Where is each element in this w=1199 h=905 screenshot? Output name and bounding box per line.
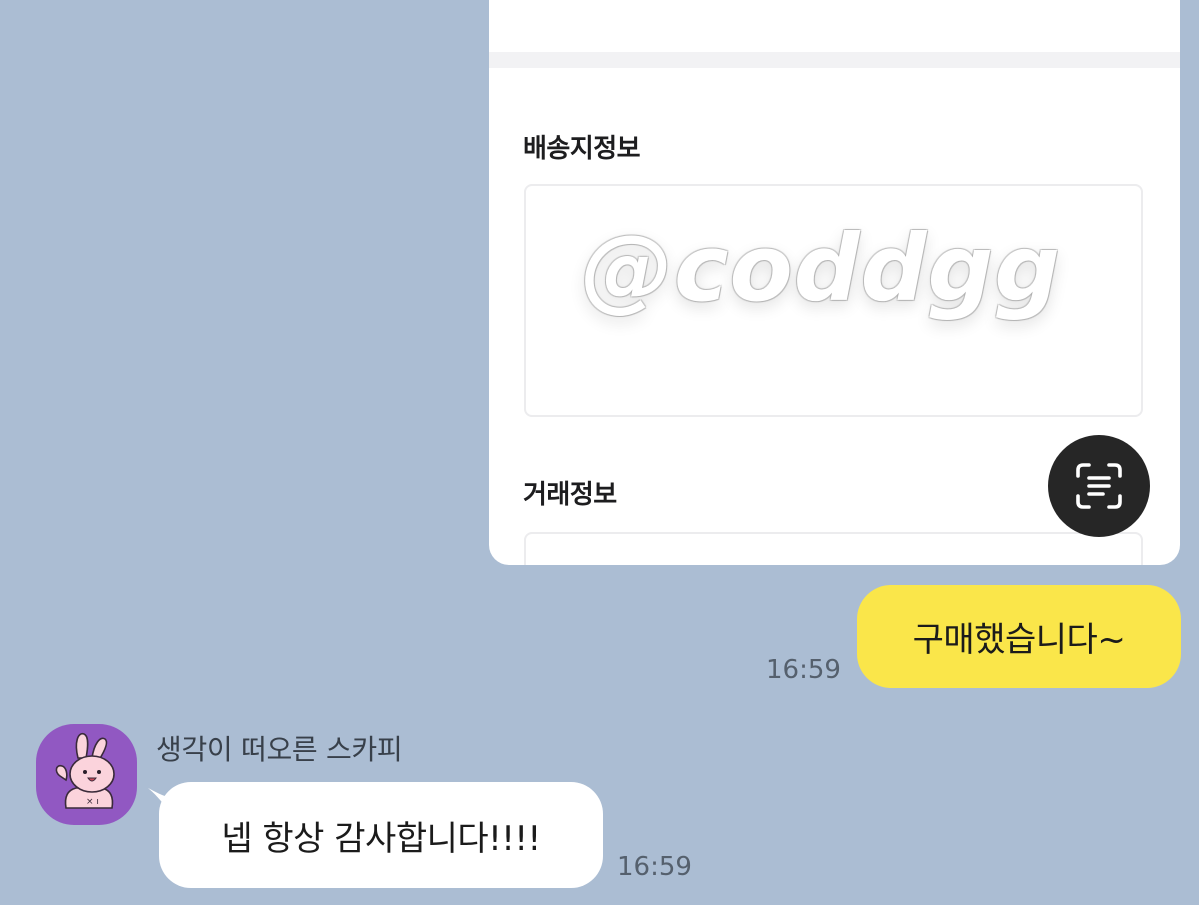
shipping-info-title: 배송지정보 (523, 134, 641, 164)
shared-image-message[interactable]: 배송지정보 @coddgg 거래정보 (489, 0, 1180, 565)
message-text: 넵 항상 감사합니다!!!! (221, 818, 541, 859)
trade-info-title: 거래정보 (523, 480, 617, 510)
pink-rabbit-avatar: × ı (55, 733, 115, 809)
incoming-message-bubble[interactable]: 넵 항상 감사합니다!!!! (159, 782, 603, 888)
message-time: 16:59 (617, 852, 692, 882)
text-scan-button[interactable] (1048, 435, 1150, 537)
chat-area: 배송지정보 @coddgg 거래정보 16:59 구매했습니다~ × ı 생각이… (0, 0, 1199, 905)
section-divider (489, 52, 1180, 68)
sender-name: 생각이 떠오른 스카피 (156, 733, 403, 766)
text-scan-icon (1076, 463, 1122, 509)
trade-info-box (524, 532, 1143, 565)
svg-text:× ı: × ı (86, 797, 99, 807)
outgoing-message-bubble[interactable]: 구매했습니다~ (857, 585, 1181, 688)
sender-avatar[interactable]: × ı (36, 724, 137, 825)
message-text: 구매했습니다~ (912, 620, 1126, 660)
message-time: 16:59 (766, 655, 841, 685)
watermark: @coddgg (581, 215, 1062, 322)
